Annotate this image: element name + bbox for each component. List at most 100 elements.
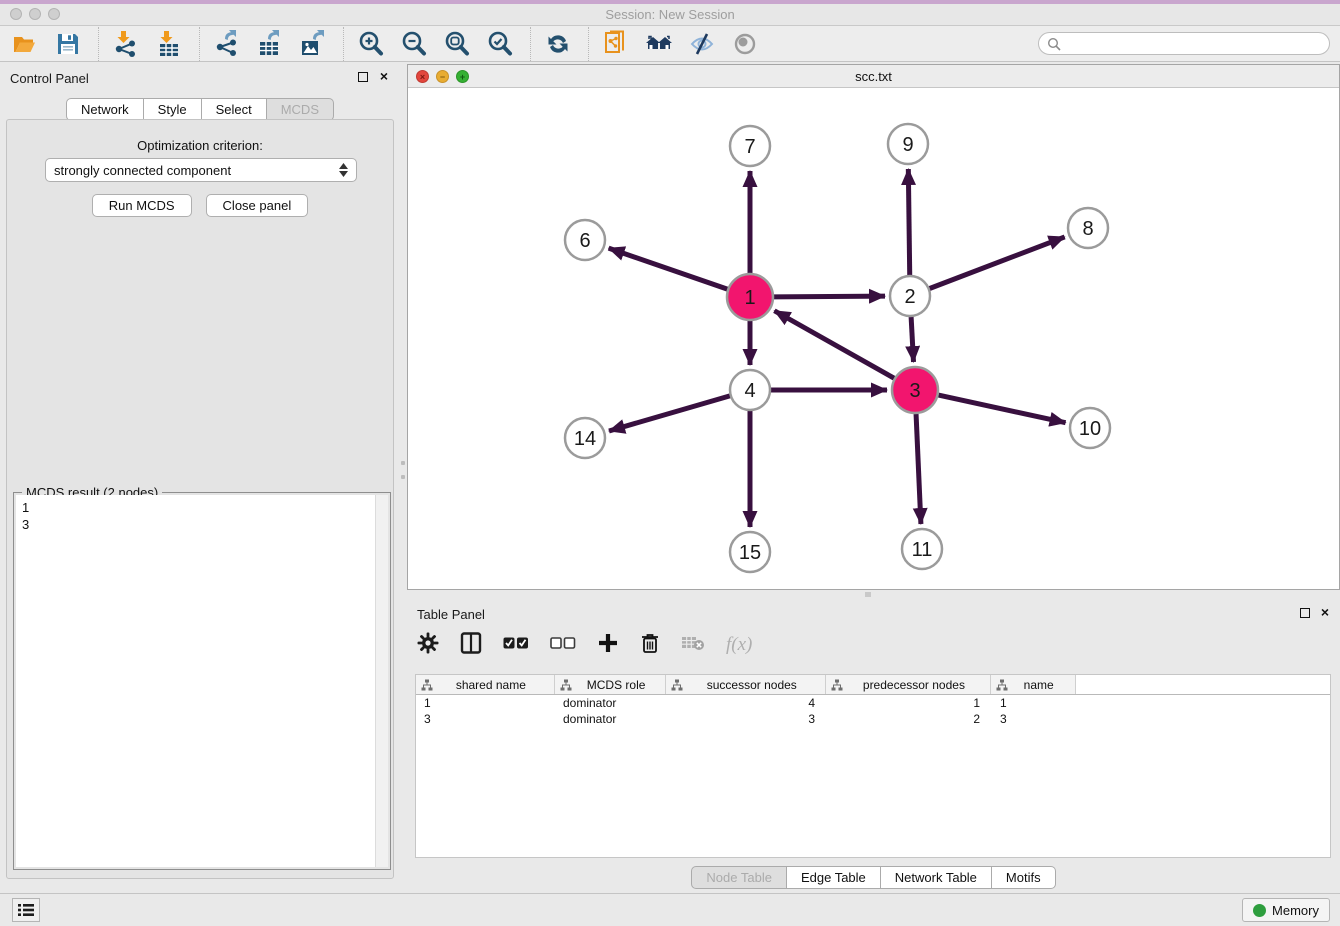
- close-panel-icon[interactable]: ×: [1321, 604, 1329, 620]
- select-all-icon[interactable]: [503, 636, 529, 655]
- mcds-tab-content: Optimization criterion: strongly connect…: [6, 119, 394, 879]
- network-canvas[interactable]: 7968124314101511: [408, 88, 1339, 589]
- table-cell[interactable]: 1: [992, 695, 1077, 711]
- splitter-grip: [401, 461, 405, 465]
- save-icon[interactable]: [53, 29, 83, 59]
- export-table-icon[interactable]: [255, 29, 285, 59]
- table-cell[interactable]: 3: [992, 711, 1077, 727]
- zoom-in-icon[interactable]: [356, 29, 386, 59]
- table-cell[interactable]: 1: [827, 695, 992, 711]
- table-row[interactable]: 1dominator411: [416, 695, 1330, 711]
- result-scrollbar[interactable]: [375, 495, 388, 867]
- mcds-result-text[interactable]: 1 3: [16, 495, 388, 867]
- column-header-MCDS-role[interactable]: MCDS role: [555, 675, 667, 694]
- edge-2-9[interactable]: [908, 169, 909, 275]
- tab-style[interactable]: Style: [144, 98, 202, 121]
- node-label-7: 7: [744, 136, 755, 158]
- table-cell[interactable]: 2: [827, 711, 992, 727]
- open-folder-icon[interactable]: [10, 29, 40, 59]
- table-cell[interactable]: 3: [416, 711, 555, 727]
- edge-4-14[interactable]: [609, 396, 730, 431]
- close-panel-button[interactable]: Close panel: [206, 194, 309, 217]
- table-cell[interactable]: dominator: [555, 695, 667, 711]
- new-network-document-icon[interactable]: [601, 29, 631, 59]
- tab-mcds[interactable]: MCDS: [267, 98, 334, 121]
- table-panel: Table Panel ×: [407, 598, 1340, 893]
- attribute-icon: [996, 679, 1008, 691]
- eye-icon[interactable]: [730, 29, 760, 59]
- column-header-filler: [1076, 675, 1330, 694]
- main-toolbar: [0, 26, 1340, 62]
- list-icon: [18, 903, 34, 917]
- close-panel-icon[interactable]: ×: [380, 68, 388, 84]
- float-panel-icon[interactable]: [358, 72, 368, 82]
- homes-icon[interactable]: [644, 29, 674, 59]
- table-cell[interactable]: 4: [667, 695, 827, 711]
- optimization-criterion-label: Optimization criterion:: [7, 138, 393, 153]
- control-panel-header: Control Panel ×: [0, 62, 400, 92]
- edge-2-8[interactable]: [930, 237, 1065, 289]
- tab-network-table[interactable]: Network Table: [881, 866, 992, 889]
- vertical-splitter[interactable]: [400, 62, 407, 893]
- network-window-titlebar[interactable]: × − + scc.txt: [408, 65, 1339, 88]
- edge-1-2[interactable]: [774, 296, 885, 297]
- table-cell[interactable]: 1: [416, 695, 555, 711]
- edge-1-6[interactable]: [609, 248, 728, 289]
- memory-button[interactable]: Memory: [1242, 898, 1330, 922]
- network-view-window: × − + scc.txt 7968124314101511: [407, 64, 1340, 590]
- gear-icon[interactable]: [417, 632, 439, 659]
- node-table[interactable]: shared nameMCDS rolesuccessor nodesprede…: [415, 674, 1331, 858]
- column-header-predecessor-nodes[interactable]: predecessor nodes: [826, 675, 991, 694]
- hide-eye-icon[interactable]: [687, 29, 717, 59]
- optimization-criterion-dropdown[interactable]: strongly connected component: [45, 158, 357, 182]
- column-header-successor-nodes[interactable]: successor nodes: [666, 675, 826, 694]
- edge-3-11[interactable]: [916, 414, 921, 524]
- column-header-name[interactable]: name: [991, 675, 1076, 694]
- export-network-icon[interactable]: [212, 29, 242, 59]
- delete-icon[interactable]: [640, 632, 660, 659]
- memory-label: Memory: [1272, 903, 1319, 918]
- zoom-out-icon[interactable]: [399, 29, 429, 59]
- function-builder-icon[interactable]: f(x): [726, 634, 752, 656]
- table-cell[interactable]: dominator: [555, 711, 667, 727]
- table-toolbar: f(x): [417, 624, 752, 666]
- table-row[interactable]: 3dominator323: [416, 711, 1330, 727]
- tab-network[interactable]: Network: [66, 98, 144, 121]
- edge-3-1[interactable]: [774, 311, 894, 378]
- attribute-icon: [421, 679, 433, 691]
- node-label-15: 15: [739, 542, 761, 564]
- tab-node-table[interactable]: Node Table: [691, 866, 787, 889]
- toolbar-separator: [343, 27, 344, 61]
- columns-icon[interactable]: [460, 632, 482, 659]
- table-body: 1dominator4113dominator323: [416, 695, 1330, 727]
- search-input[interactable]: [1066, 37, 1321, 51]
- task-history-button[interactable]: [12, 898, 40, 922]
- chevron-up-down-icon: [339, 163, 348, 177]
- tab-motifs[interactable]: Motifs: [992, 866, 1056, 889]
- float-panel-icon[interactable]: [1300, 608, 1310, 618]
- search-field[interactable]: [1038, 32, 1330, 55]
- tab-select[interactable]: Select: [202, 98, 267, 121]
- zoom-selected-icon[interactable]: [485, 29, 515, 59]
- table-cell[interactable]: 3: [667, 711, 827, 727]
- column-header-shared-name[interactable]: shared name: [416, 675, 555, 694]
- import-table-icon[interactable]: [154, 29, 184, 59]
- network-graph[interactable]: 7968124314101511: [408, 88, 1339, 589]
- table-panel-tabs: Node TableEdge TableNetwork TableMotifs: [407, 866, 1340, 889]
- node-label-1: 1: [744, 287, 755, 309]
- node-label-4: 4: [744, 380, 755, 402]
- edge-3-10[interactable]: [938, 395, 1065, 423]
- horizontal-splitter[interactable]: [407, 590, 1340, 598]
- add-icon[interactable]: [597, 632, 619, 659]
- node-label-6: 6: [579, 230, 590, 252]
- tab-edge-table[interactable]: Edge Table: [787, 866, 881, 889]
- delete-table-icon[interactable]: [681, 634, 705, 657]
- node-label-9: 9: [902, 134, 913, 156]
- deselect-all-icon[interactable]: [550, 636, 576, 655]
- run-mcds-button[interactable]: Run MCDS: [92, 194, 192, 217]
- refresh-icon[interactable]: [543, 29, 573, 59]
- export-image-icon[interactable]: [298, 29, 328, 59]
- edge-2-3[interactable]: [911, 317, 913, 362]
- zoom-fit-icon[interactable]: [442, 29, 472, 59]
- import-network-icon[interactable]: [111, 29, 141, 59]
